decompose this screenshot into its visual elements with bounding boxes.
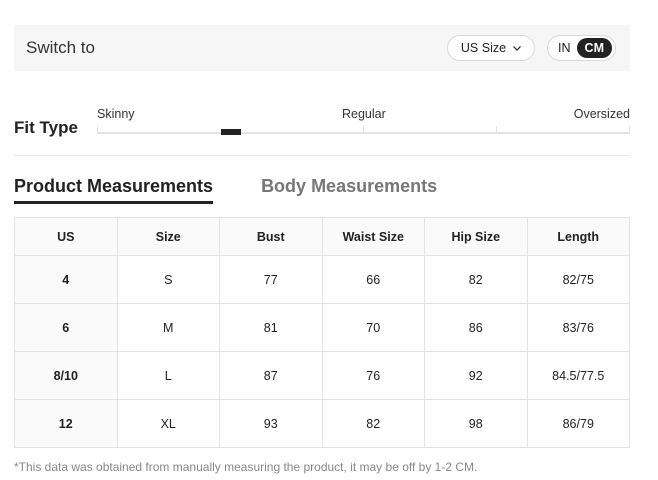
- table-cell: 82: [424, 255, 528, 304]
- fit-tick: [629, 126, 630, 134]
- size-system-dropdown[interactable]: US Size: [446, 35, 536, 61]
- table-cell: XL: [116, 399, 220, 448]
- table-cell: 12: [14, 399, 118, 448]
- fit-type-labels: Skinny Regular Oversized: [97, 107, 630, 125]
- table-cell: 6: [14, 303, 118, 352]
- column-header: Size: [116, 217, 220, 256]
- table-cell: 8/10: [14, 351, 118, 400]
- column-header: Bust: [219, 217, 323, 256]
- switch-controls: US Size IN CM: [446, 35, 616, 61]
- tab-body-measurements[interactable]: Body Measurements: [261, 176, 437, 204]
- table-cell: 70: [321, 303, 425, 352]
- fit-tick: [97, 126, 98, 134]
- fit-label-skinny: Skinny: [97, 107, 135, 121]
- table-row: 12 XL 93 82 98 86/79: [14, 399, 630, 448]
- table-row: 8/10 L 87 76 92 84.5/77.5: [14, 351, 630, 400]
- table-row: 4 S 77 66 82 82/75: [14, 255, 630, 304]
- switch-to-label: Switch to: [26, 38, 95, 57]
- column-header: Hip Size: [424, 217, 528, 256]
- measurement-disclaimer: *This data was obtained from manually me…: [14, 460, 478, 474]
- table-cell: 86: [424, 303, 528, 352]
- table-cell: 93: [219, 399, 323, 448]
- table-cell: 83/76: [526, 303, 630, 352]
- table-cell: M: [116, 303, 220, 352]
- fit-type-title: Fit Type: [14, 118, 78, 137]
- column-header: Length: [526, 217, 630, 256]
- size-system-value: US Size: [460, 41, 507, 55]
- unit-switch-bar: Switch to US Size IN CM: [14, 25, 630, 71]
- table-cell: 66: [321, 255, 425, 304]
- table-cell: L: [116, 351, 220, 400]
- fit-label-regular: Regular: [342, 107, 386, 121]
- table-cell: 81: [219, 303, 323, 352]
- table-cell: 4: [14, 255, 118, 304]
- fit-type-marker: [221, 129, 241, 135]
- tab-product-measurements[interactable]: Product Measurements: [14, 176, 214, 204]
- fit-tick: [363, 126, 364, 134]
- table-row: 6 M 81 70 86 83/76: [14, 303, 630, 352]
- chevron-down-icon: [513, 46, 521, 51]
- column-header: US: [14, 217, 118, 256]
- unit-option-cm[interactable]: CM: [576, 38, 612, 58]
- section-divider: [14, 155, 630, 156]
- table-cell: 87: [219, 351, 323, 400]
- fit-label-oversized: Oversized: [573, 107, 630, 121]
- table-cell: 77: [219, 255, 323, 304]
- unit-option-in[interactable]: IN: [558, 41, 571, 55]
- table-cell: 82/75: [526, 255, 630, 304]
- size-chart-table: US Size Bust Waist Size Hip Size Length …: [14, 217, 630, 448]
- measurement-tabs: Product Measurements Body Measurements: [14, 176, 437, 204]
- fit-tick: [496, 126, 497, 134]
- table-cell: 98: [424, 399, 528, 448]
- table-cell: S: [116, 255, 220, 304]
- unit-toggle[interactable]: IN CM: [547, 35, 616, 61]
- table-cell: 84.5/77.5: [526, 351, 630, 400]
- table-cell: 82: [321, 399, 425, 448]
- table-cell: 86/79: [526, 399, 630, 448]
- table-header-row: US Size Bust Waist Size Hip Size Length: [14, 217, 630, 256]
- table-cell: 76: [321, 351, 425, 400]
- column-header: Waist Size: [321, 217, 425, 256]
- table-cell: 92: [424, 351, 528, 400]
